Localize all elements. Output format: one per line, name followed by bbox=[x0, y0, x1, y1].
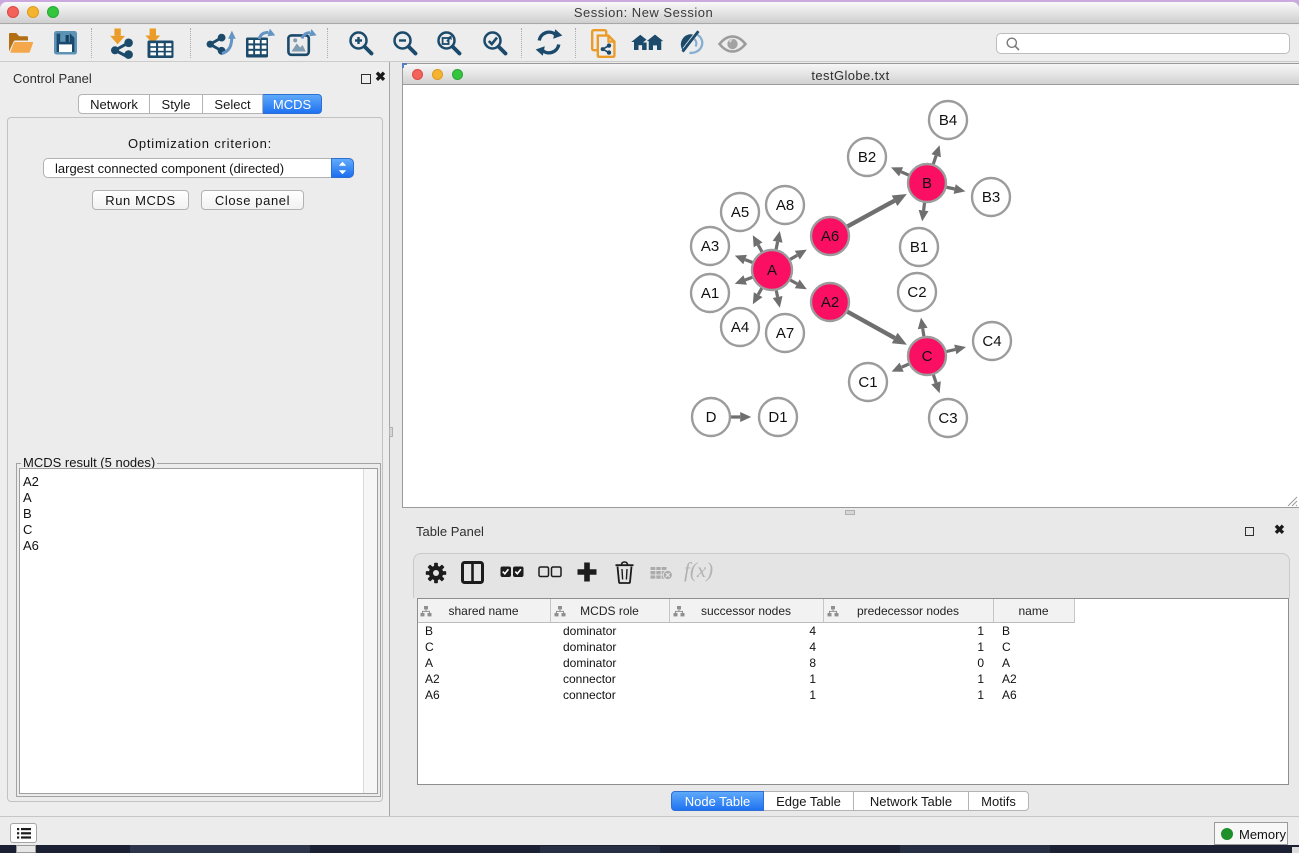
svg-text:D: D bbox=[706, 409, 717, 426]
svg-text:B2: B2 bbox=[858, 149, 876, 166]
svg-text:B: B bbox=[922, 175, 932, 192]
svg-text:C4: C4 bbox=[982, 333, 1001, 350]
svg-text:C3: C3 bbox=[938, 410, 957, 427]
svg-text:A2: A2 bbox=[821, 294, 839, 311]
svg-text:B4: B4 bbox=[939, 112, 957, 129]
svg-text:D1: D1 bbox=[768, 409, 787, 426]
svg-text:C2: C2 bbox=[907, 284, 926, 301]
svg-text:C: C bbox=[922, 348, 933, 365]
svg-text:C1: C1 bbox=[858, 374, 877, 391]
svg-text:A8: A8 bbox=[776, 197, 794, 214]
svg-text:A5: A5 bbox=[731, 204, 749, 221]
svg-text:B1: B1 bbox=[910, 239, 928, 256]
svg-text:A3: A3 bbox=[701, 238, 719, 255]
svg-text:A: A bbox=[767, 262, 777, 279]
svg-text:A7: A7 bbox=[776, 325, 794, 342]
svg-text:B3: B3 bbox=[982, 189, 1000, 206]
svg-text:A6: A6 bbox=[821, 228, 839, 245]
svg-text:A1: A1 bbox=[701, 285, 719, 302]
svg-text:A4: A4 bbox=[731, 319, 749, 336]
